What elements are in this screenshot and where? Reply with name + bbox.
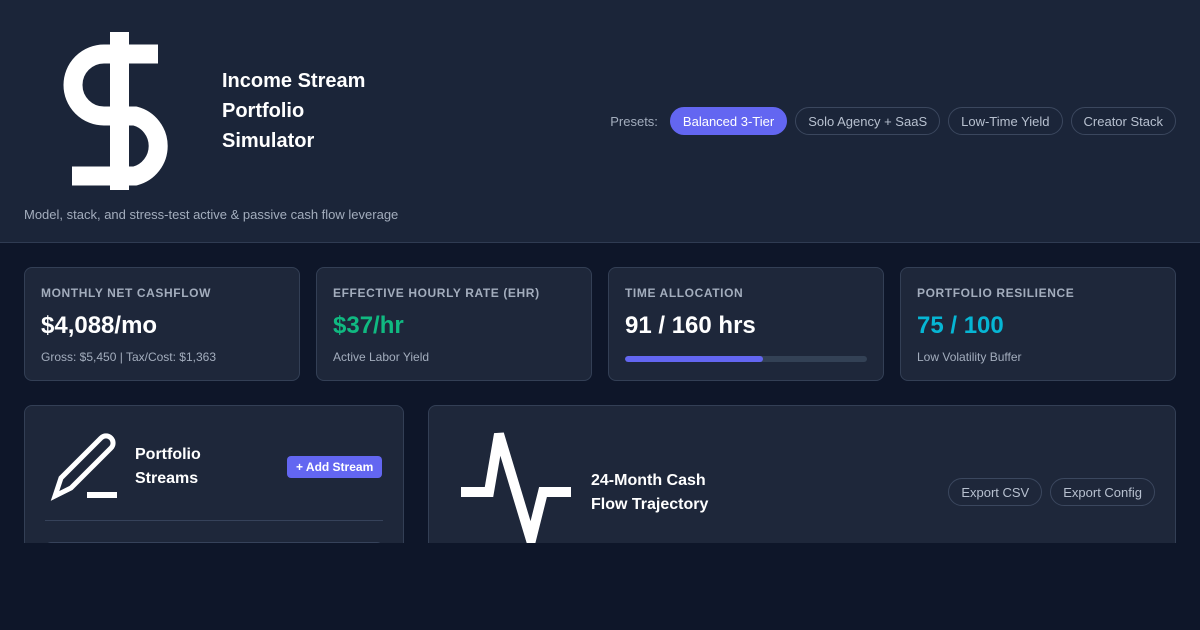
metric-label: Effective Hourly Rate (EHR) xyxy=(333,286,540,300)
metric-label: Time Allocation xyxy=(625,286,744,300)
app-title: Income Stream Portfolio Simulator xyxy=(222,66,422,156)
metric-card-ehr: Effective Hourly Rate (EHR) $37/hr Activ… xyxy=(316,267,592,381)
metric-subtext: Active Labor Yield xyxy=(333,350,430,364)
metric-label: Monthly Net Cashflow xyxy=(41,286,211,300)
preset-creator-stack[interactable]: Creator Stack xyxy=(1070,107,1176,135)
viewport-blank-area xyxy=(0,543,1200,630)
pencil-icon xyxy=(50,433,117,501)
app-title-line: Portfolio xyxy=(222,100,305,122)
export-csv-button[interactable]: Export CSV xyxy=(948,478,1043,506)
add-stream-button[interactable]: + Add Stream xyxy=(287,456,383,478)
time-allocation-progress-bar xyxy=(625,356,867,362)
activity-pulse-icon xyxy=(461,432,571,552)
metric-value: $37/hr xyxy=(333,312,404,339)
panel-title: Portfolio Streams xyxy=(135,443,201,491)
app-title-line: Simulator xyxy=(222,130,315,152)
panel-title-line: 24-Month Cash xyxy=(591,472,706,489)
metric-subtext: Low Volatility Buffer xyxy=(917,350,1022,364)
preset-balanced-3-tier[interactable]: Balanced 3-Tier xyxy=(669,107,788,135)
metric-subtext: Gross: $5,450 | Tax/Cost: $1,363 xyxy=(41,350,216,364)
metric-card-cashflow: Monthly Net Cashflow $4,088/mo Gross: $5… xyxy=(24,267,300,381)
export-config-button[interactable]: Export Config xyxy=(1050,478,1155,506)
export-actions: Export CSV Export Config xyxy=(948,478,1155,506)
panel-title-line: Portfolio xyxy=(135,446,201,463)
panel-title-line: Flow Trajectory xyxy=(591,496,709,513)
metric-value: 91 / 160 hrs xyxy=(625,312,756,339)
cash-flow-trajectory-panel: 24-Month Cash Flow Trajectory Export CSV… xyxy=(428,405,1176,565)
dollar-sign-icon xyxy=(63,32,168,190)
app-title-line: Income Stream xyxy=(222,70,366,92)
app-tagline: Model, stack, and stress-test active & p… xyxy=(24,207,399,222)
metric-card-time-allocation: Time Allocation 91 / 160 hrs xyxy=(608,267,884,381)
preset-selector: Presets: Balanced 3-Tier Solo Agency + S… xyxy=(610,107,1176,135)
panel-title-line: Streams xyxy=(135,470,199,487)
metric-value: $4,088/mo xyxy=(41,312,158,339)
portfolio-streams-panel: Portfolio Streams + Add Stream xyxy=(24,405,404,565)
app-header: Income Stream Portfolio Simulator Model,… xyxy=(0,0,1200,243)
metric-label: Portfolio Resilience xyxy=(917,286,1075,300)
preset-solo-agency-saas[interactable]: Solo Agency + SaaS xyxy=(795,107,941,135)
presets-label: Presets: xyxy=(610,113,658,129)
panel-title: 24-Month Cash Flow Trajectory xyxy=(591,469,708,517)
metric-value: 75 / 100 xyxy=(917,312,1004,339)
time-allocation-progress-fill xyxy=(625,356,763,362)
panel-divider xyxy=(45,520,383,521)
metric-card-resilience: Portfolio Resilience 75 / 100 Low Volati… xyxy=(900,267,1176,381)
preset-low-time-yield[interactable]: Low-Time Yield xyxy=(948,107,1063,135)
